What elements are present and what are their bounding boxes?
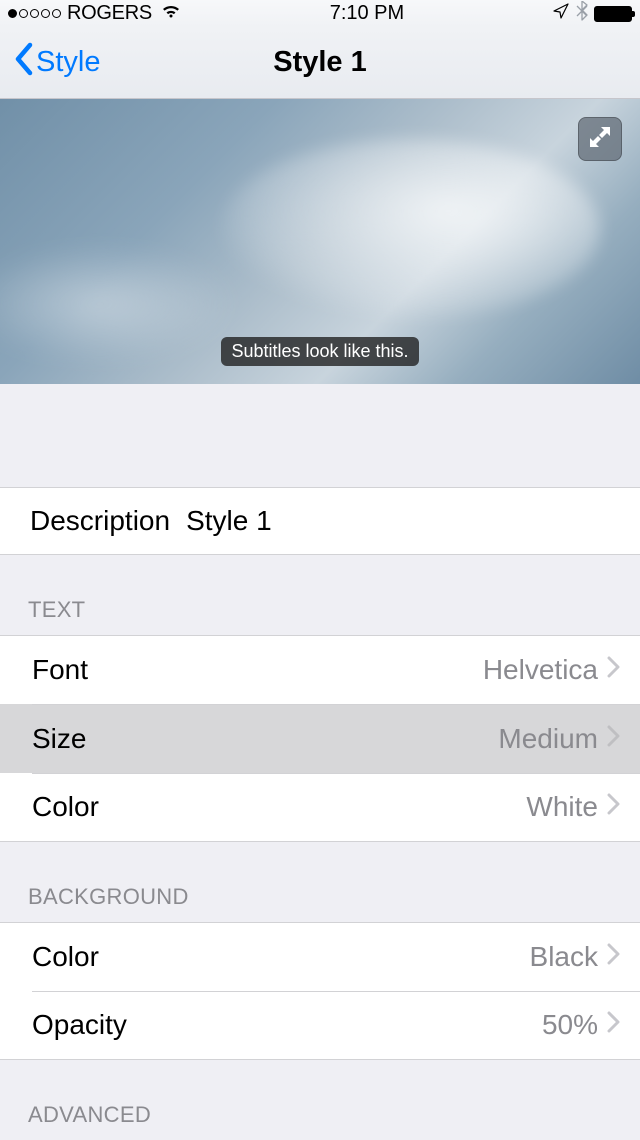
chevron-right-icon xyxy=(606,791,620,823)
chevron-left-icon xyxy=(14,42,34,84)
opacity-value: 50% xyxy=(542,1009,598,1041)
carrier-label: ROGERS xyxy=(67,2,152,25)
subtitle-sample: Subtitles look like this. xyxy=(221,337,418,366)
battery-icon xyxy=(594,6,632,22)
subtitle-preview: Subtitles look like this. xyxy=(0,99,640,384)
status-bar: ROGERS 7:10 PM xyxy=(0,0,640,27)
navigation-bar: Style Style 1 xyxy=(0,27,640,99)
size-row[interactable]: Size Medium xyxy=(0,704,640,773)
page-title: Style 1 xyxy=(273,46,367,79)
bluetooth-icon xyxy=(576,1,588,27)
chevron-right-icon xyxy=(606,654,620,686)
status-time: 7:10 PM xyxy=(182,2,552,25)
section-header-advanced: ADVANCED xyxy=(0,1060,640,1140)
location-icon xyxy=(552,2,570,26)
size-label: Size xyxy=(32,723,86,755)
description-label: Description xyxy=(30,505,170,537)
text-color-label: Color xyxy=(32,791,99,823)
background-color-value: Black xyxy=(530,941,598,973)
text-color-value: White xyxy=(526,791,598,823)
font-row[interactable]: Font Helvetica xyxy=(0,635,640,704)
signal-strength xyxy=(8,9,61,18)
expand-button[interactable] xyxy=(578,117,622,161)
font-label: Font xyxy=(32,654,88,686)
chevron-right-icon xyxy=(606,1009,620,1041)
section-header-text: TEXT xyxy=(0,555,640,635)
opacity-row[interactable]: Opacity 50% xyxy=(0,991,640,1060)
font-value: Helvetica xyxy=(483,654,598,686)
chevron-right-icon xyxy=(606,941,620,973)
description-input[interactable] xyxy=(186,505,610,537)
size-value: Medium xyxy=(498,723,598,755)
back-label: Style xyxy=(36,46,100,79)
wifi-icon xyxy=(160,3,182,25)
opacity-label: Opacity xyxy=(32,1009,127,1041)
background-color-label: Color xyxy=(32,941,99,973)
spacer xyxy=(0,384,640,487)
back-button[interactable]: Style xyxy=(0,42,100,84)
text-color-row[interactable]: Color White xyxy=(0,773,640,842)
section-header-background: BACKGROUND xyxy=(0,842,640,922)
description-row[interactable]: Description xyxy=(0,487,640,555)
background-color-row[interactable]: Color Black xyxy=(0,922,640,991)
chevron-right-icon xyxy=(606,723,620,755)
expand-icon xyxy=(587,124,613,155)
